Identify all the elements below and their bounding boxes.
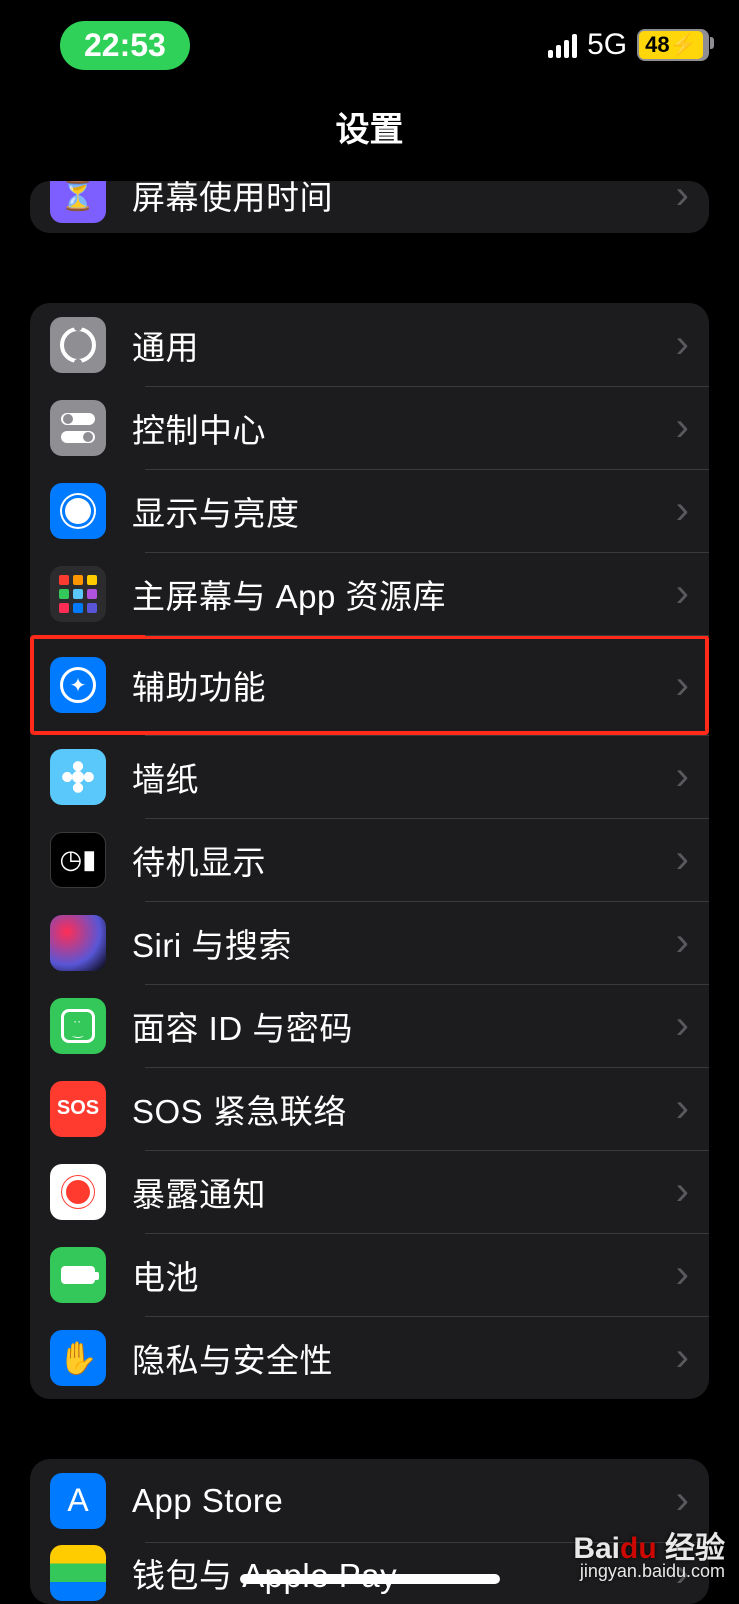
battery-settings-icon [50,1247,106,1303]
chevron-right-icon: › [676,488,689,533]
row-display-brightness[interactable]: 显示与亮度 › [30,469,709,552]
row-face-id[interactable]: 面容 ID 与密码 › [30,984,709,1067]
row-label: 电池 [132,1251,676,1299]
app-store-icon: A [50,1473,106,1529]
row-app-store[interactable]: A App Store › [30,1459,709,1542]
row-label: 隐私与安全性 [132,1334,676,1382]
chevron-right-icon: › [676,405,689,450]
settings-group-1: 通用 › 控制中心 › 显示与亮度 › 主屏幕与 App 资源库 › ✦ 辅助功… [30,303,709,1399]
row-label: 待机显示 [132,836,676,884]
exposure-icon [50,1164,106,1220]
row-label: 辅助功能 [132,661,676,709]
row-privacy-security[interactable]: ✋ 隐私与安全性 › [30,1316,709,1399]
row-label: 墙纸 [132,753,676,801]
chevron-right-icon: › [676,1086,689,1131]
row-label: 控制中心 [132,404,676,452]
chevron-right-icon: › [676,1252,689,1297]
accessibility-icon: ✦ [50,657,106,713]
settings-group-0: ⏳ 屏幕使用时间 › [30,181,709,233]
gear-icon [50,317,106,373]
chevron-right-icon: › [676,663,689,708]
status-bar: 22:53 5G 48⚡ [0,0,739,90]
chevron-right-icon: › [676,1335,689,1380]
switches-icon [50,400,106,456]
row-label: 通用 [132,321,676,369]
row-label: SOS 紧急联络 [132,1085,676,1133]
network-label: 5G [587,28,627,62]
row-battery[interactable]: 电池 › [30,1233,709,1316]
row-label: 显示与亮度 [132,487,676,535]
row-emergency-sos[interactable]: SOS SOS 紧急联络 › [30,1067,709,1150]
sun-icon [50,483,106,539]
chevron-right-icon: › [676,181,689,218]
chevron-right-icon: › [676,754,689,799]
row-home-screen[interactable]: 主屏幕与 App 资源库 › [30,552,709,635]
sos-icon: SOS [50,1081,106,1137]
hand-icon: ✋ [50,1330,106,1386]
battery-icon: 48⚡ [637,29,709,61]
row-control-center[interactable]: 控制中心 › [30,386,709,469]
page-title: 设置 [0,102,739,151]
row-siri-search[interactable]: Siri 与搜索 › [30,901,709,984]
row-accessibility[interactable]: ✦ 辅助功能 › [30,635,709,735]
row-label: 面容 ID 与密码 [132,1002,676,1050]
row-label: Siri 与搜索 [132,919,676,967]
row-general[interactable]: 通用 › [30,303,709,386]
row-screen-time[interactable]: ⏳ 屏幕使用时间 › [30,181,709,233]
row-wallpaper[interactable]: 墙纸 › [30,735,709,818]
row-label: 暴露通知 [132,1168,676,1216]
chevron-right-icon: › [676,1003,689,1048]
row-label: 屏幕使用时间 [132,181,676,219]
siri-icon [50,915,106,971]
nav-header: 设置 [0,90,739,181]
status-time[interactable]: 22:53 [60,21,190,70]
wallet-icon [50,1545,106,1601]
row-exposure-notification[interactable]: 暴露通知 › [30,1150,709,1233]
status-right: 5G 48⚡ [548,28,709,62]
home-indicator[interactable] [240,1574,500,1584]
row-standby[interactable]: ◷▮ 待机显示 › [30,818,709,901]
signal-icon [548,32,577,58]
chevron-right-icon: › [676,322,689,367]
row-label: 主屏幕与 App 资源库 [132,570,676,618]
watermark: Baidu 经验 jingyan.baidu.com [573,1538,725,1582]
chevron-right-icon: › [676,571,689,616]
hourglass-icon: ⏳ [50,181,106,223]
flower-icon [50,749,106,805]
chevron-right-icon: › [676,1169,689,1214]
row-label: App Store [132,1482,676,1520]
app-grid-icon [50,566,106,622]
clock-icon: ◷▮ [50,832,106,888]
chevron-right-icon: › [676,837,689,882]
chevron-right-icon: › [676,1478,689,1523]
chevron-right-icon: › [676,920,689,965]
face-id-icon [50,998,106,1054]
